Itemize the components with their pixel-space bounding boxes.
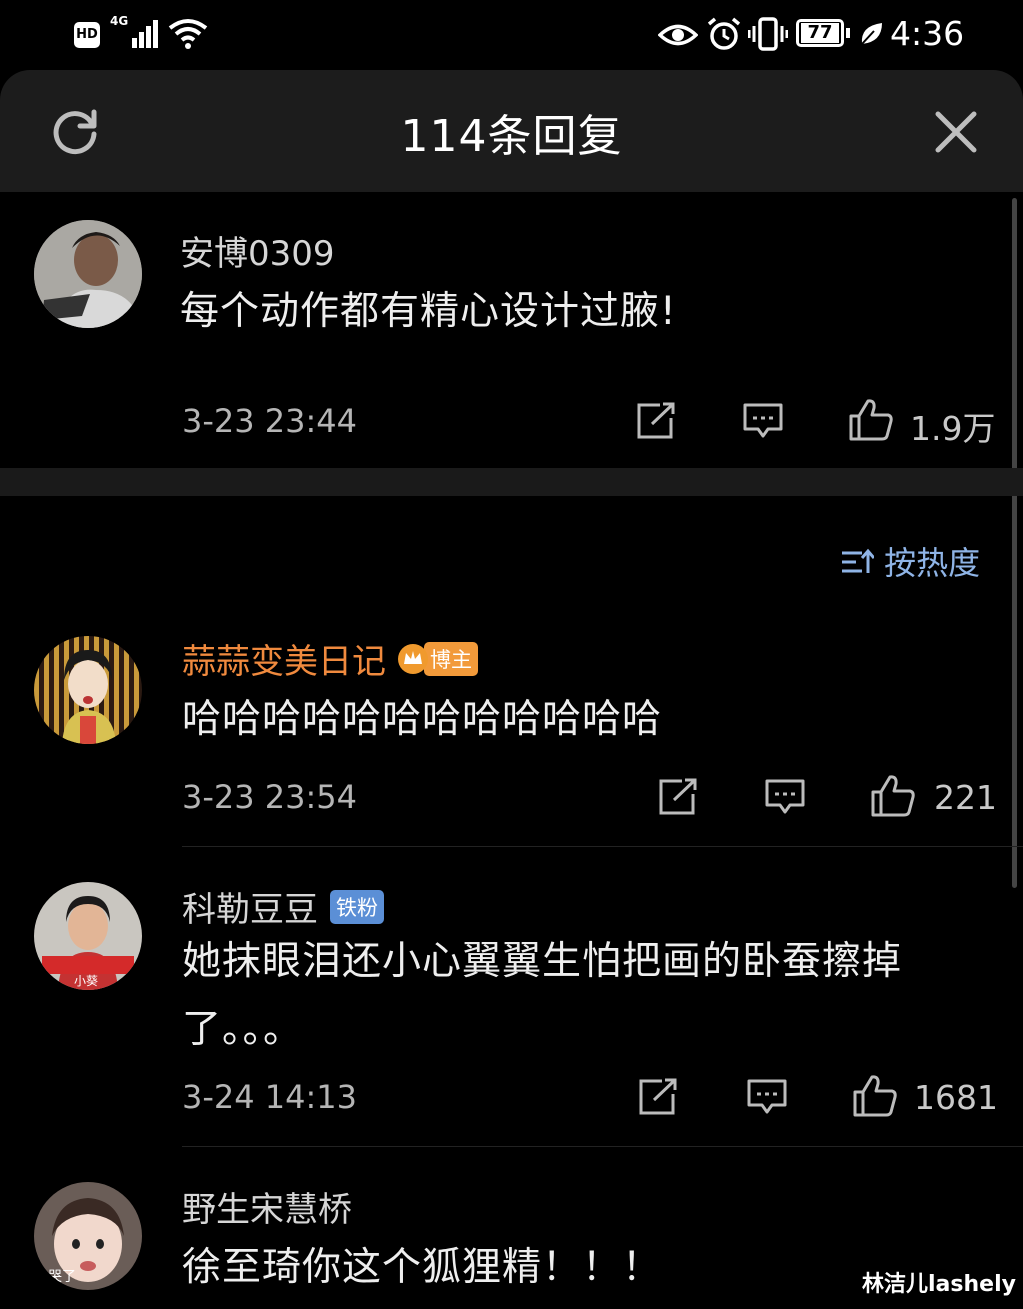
crown-icon [398, 643, 428, 674]
like-count: 1681 [914, 1078, 998, 1117]
page-title: 114条回复 [400, 111, 623, 162]
username[interactable]: 蒜蒜变美日记 [182, 634, 386, 683]
wifi-icon [168, 19, 208, 49]
share-icon[interactable] [636, 402, 676, 440]
username[interactable]: 安博0309 [180, 226, 335, 275]
clock: 4:36 [890, 14, 965, 53]
comment-timestamp: 3-23 23:54 [182, 778, 358, 816]
username-row: 科勒豆豆 铁粉 [182, 882, 384, 931]
blogger-badge: 博主 [424, 641, 478, 676]
avatar-caption: 小葵 [74, 974, 99, 988]
like-count: 221 [934, 778, 997, 817]
comment-timestamp: 3-23 23:44 [182, 402, 358, 440]
status-bar: HD 4G 77 4:36 [0, 0, 1023, 70]
watermark: 林洁儿lashely [862, 1272, 1016, 1297]
share-icon[interactable] [638, 1078, 678, 1116]
avatar[interactable]: 哭了 [34, 1182, 142, 1290]
comment-text: 哈哈哈哈哈哈哈哈哈哈哈哈 [182, 697, 663, 742]
fan-badge: 铁粉 [330, 889, 384, 924]
leaf-power-saving-icon [861, 23, 882, 45]
avatar-caption: 哭了 [48, 1269, 76, 1285]
sort-icon [842, 548, 876, 573]
section-separator [0, 468, 1023, 496]
divider [182, 1146, 1023, 1147]
share-icon[interactable] [658, 778, 698, 816]
username-row: 蒜蒜变美日记 博主 [182, 634, 478, 683]
username[interactable]: 科勒豆豆 [182, 882, 318, 931]
like-thumb-icon[interactable] [870, 774, 916, 818]
reply-comment-icon[interactable] [764, 778, 806, 816]
comment-text: 徐至琦你这个狐狸精！！！ [182, 1245, 663, 1290]
reply-comment-icon[interactable] [746, 1078, 788, 1116]
comment-timestamp: 3-24 14:13 [182, 1078, 358, 1116]
comment-text: 每个动作都有精心设计过腋! [180, 289, 677, 334]
sort-by-hot-button[interactable]: 按热度 [840, 538, 980, 584]
divider [182, 846, 1023, 847]
network-type-label: 4G [110, 14, 129, 28]
hd-label: HD [76, 27, 98, 42]
reply-comment-icon[interactable] [742, 402, 784, 440]
avatar[interactable] [34, 636, 142, 744]
like-thumb-icon[interactable] [848, 398, 894, 442]
alarm-icon [707, 17, 741, 50]
like-thumb-icon[interactable] [852, 1074, 898, 1118]
battery-tip [846, 28, 850, 38]
username[interactable]: 野生宋慧桥 [182, 1182, 352, 1231]
sort-label: 按热度 [884, 544, 981, 582]
comment-text-line2: 了。。。 [182, 1007, 304, 1052]
battery-level: 77 [801, 23, 839, 43]
comment-text-line1: 她抹眼泪还小心翼翼生怕把画的卧蚕擦掉 [182, 939, 903, 984]
cellular-signal-icon: 4G [110, 14, 162, 50]
vibrate-icon [748, 17, 788, 51]
battery-icon: 77 [796, 19, 844, 47]
like-count: 1.9万 [910, 409, 996, 448]
eye-icon [658, 24, 698, 46]
hd-icon: HD [74, 22, 100, 48]
avatar[interactable] [34, 220, 142, 328]
scrollbar[interactable] [1012, 198, 1017, 888]
close-icon[interactable] [934, 110, 978, 154]
avatar[interactable]: 小葵 [34, 882, 142, 990]
